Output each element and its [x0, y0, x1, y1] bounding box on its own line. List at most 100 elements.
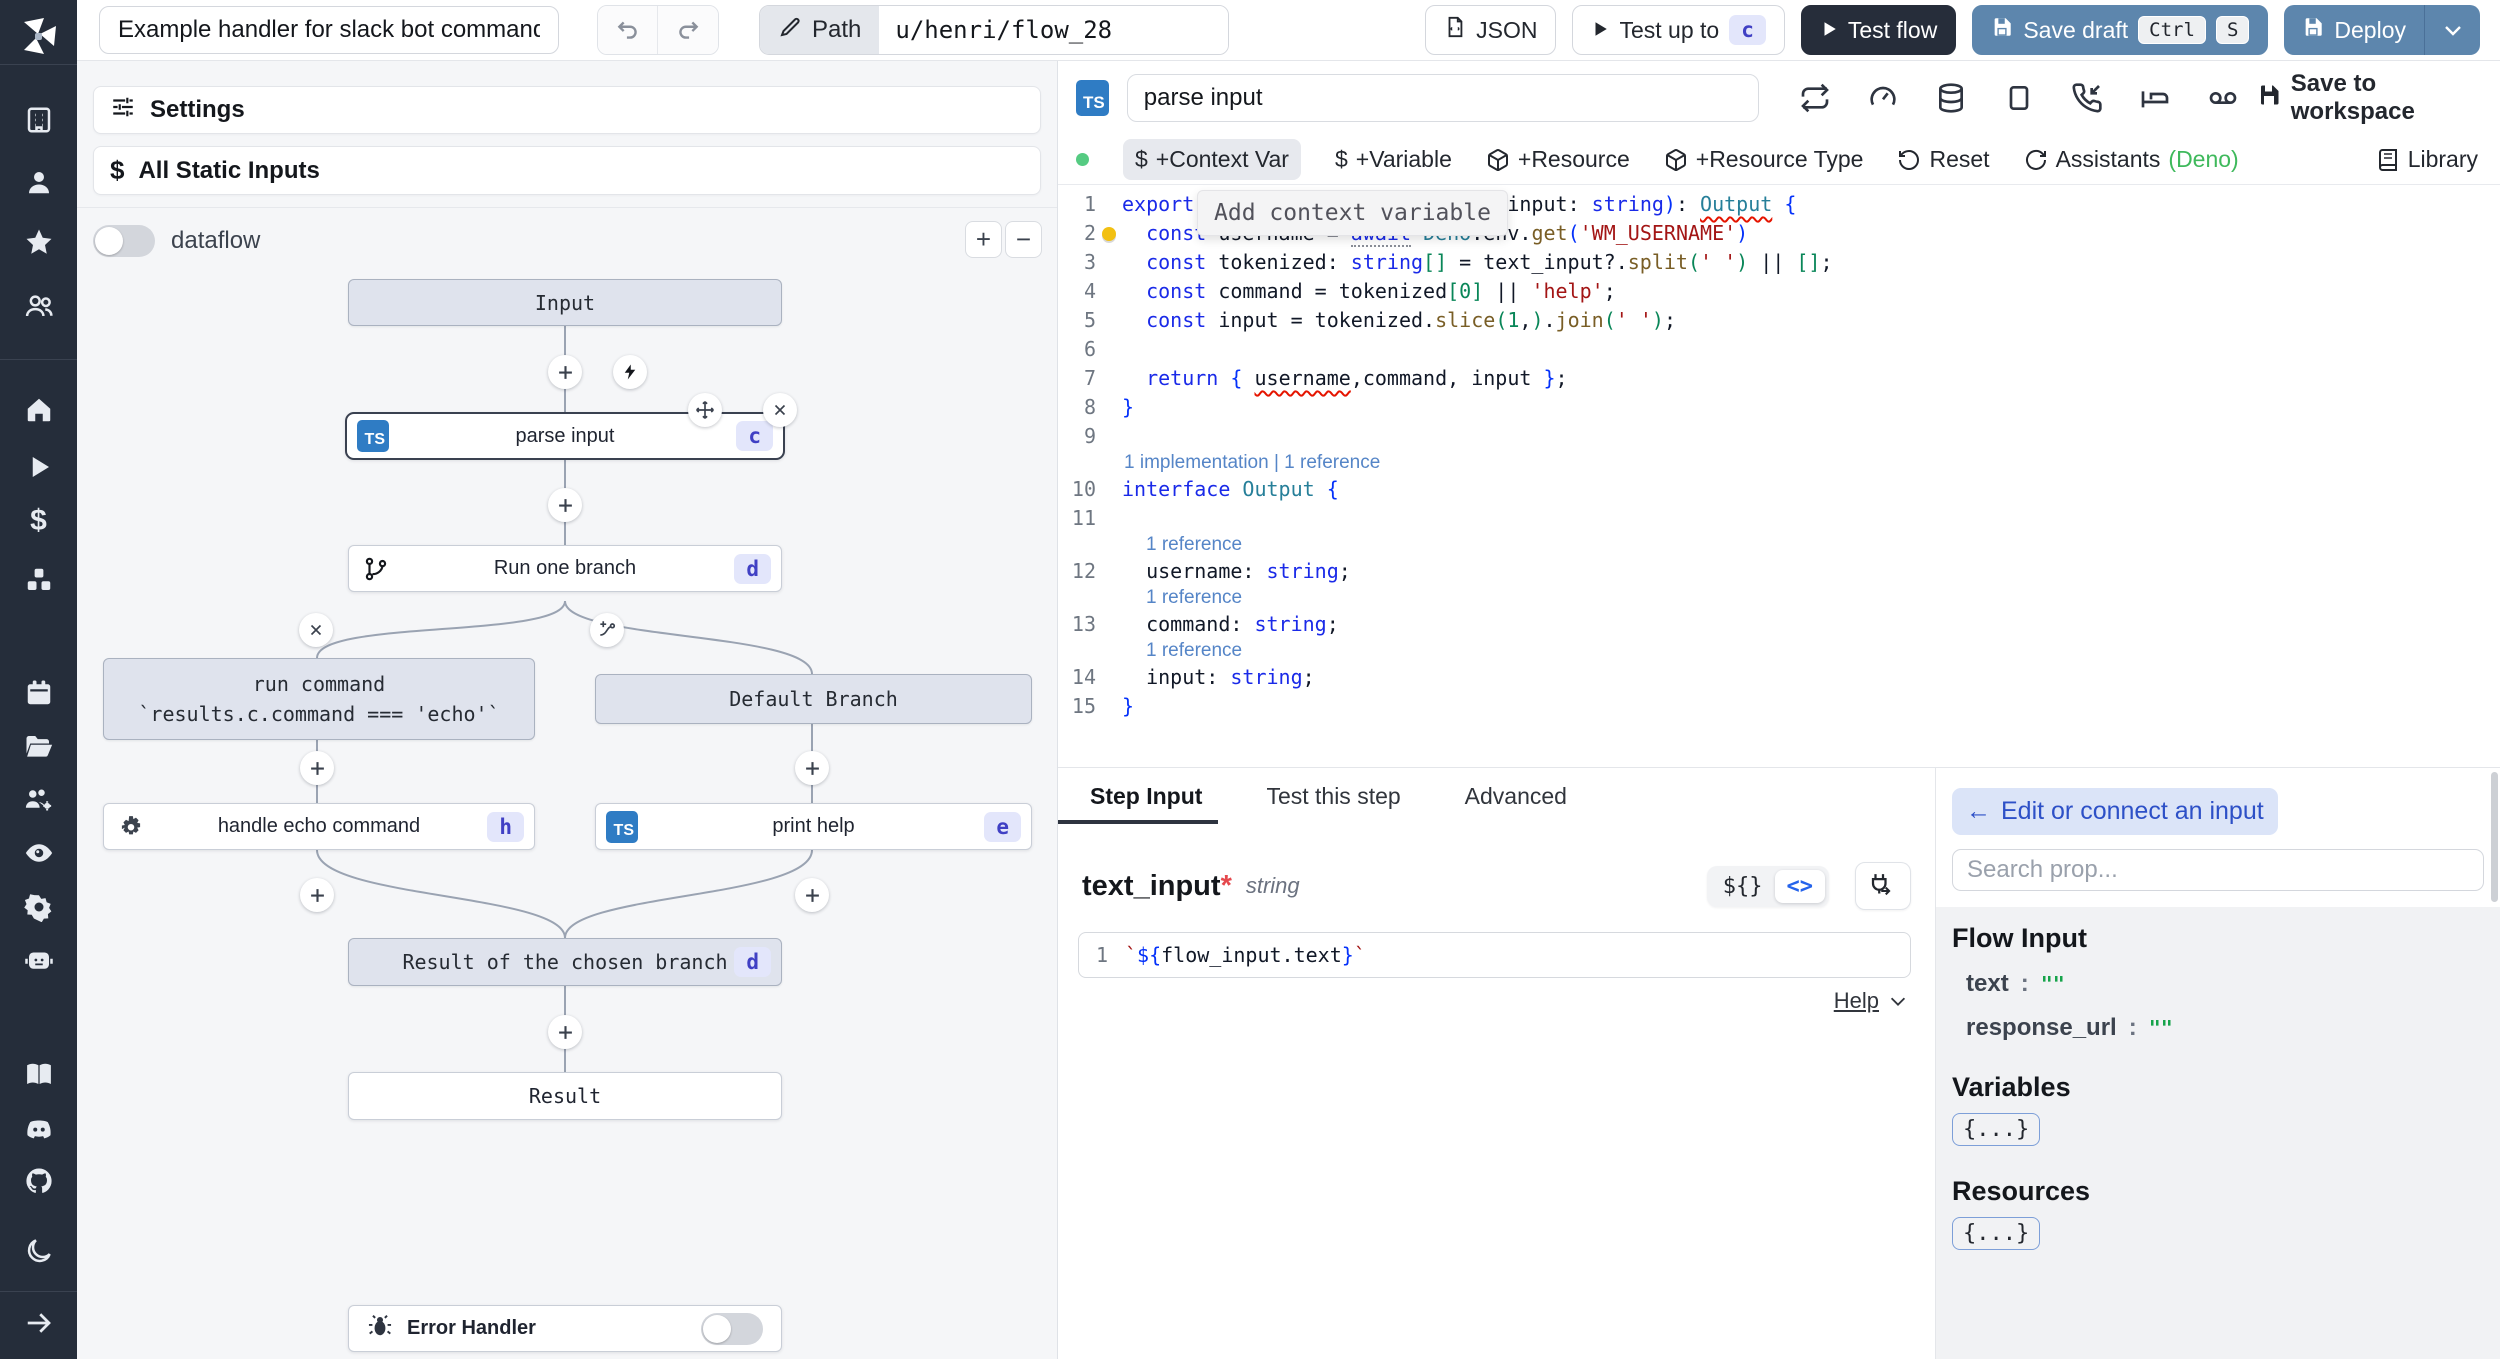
tab-advanced[interactable]: Advanced [1459, 768, 1573, 824]
flow-node-run-command-branch[interactable]: run command `results.c.command === 'echo… [103, 658, 535, 740]
deploy-dropdown-button[interactable] [2424, 5, 2480, 55]
insert-step-button[interactable] [795, 751, 829, 785]
insert-step-button[interactable] [300, 878, 334, 912]
user-icon[interactable] [22, 165, 56, 199]
insert-step-button[interactable] [548, 488, 582, 522]
resources-heading: Resources [1952, 1176, 2091, 1206]
error-handler-toggle[interactable] [701, 1312, 763, 1345]
remove-branch-button[interactable] [299, 613, 333, 647]
json-button[interactable]: JSON [1425, 5, 1557, 55]
variables-expand-chip[interactable]: {...} [1952, 1113, 2041, 1146]
test-flow-button[interactable]: Test flow [1800, 5, 1957, 55]
workspace-icon[interactable] [22, 103, 56, 137]
database-icon[interactable] [1935, 82, 1967, 114]
dataflow-toggle[interactable] [93, 225, 155, 257]
search-prop-input[interactable] [1952, 849, 2484, 891]
prop-row-response-url[interactable]: response_url : "" [1952, 1014, 2484, 1042]
flow-node-print-help[interactable]: TS print help e [595, 803, 1032, 850]
square-icon[interactable] [2003, 82, 2035, 114]
edit-or-connect-button[interactable]: ← Edit or connect an input [1952, 788, 2278, 835]
bed-icon[interactable] [2139, 82, 2171, 114]
step-id-badge: d [734, 553, 771, 584]
code-editor[interactable]: 1export async function main(text_input: … [1058, 185, 2500, 767]
trigger-bolt-button[interactable] [613, 355, 647, 389]
flow-settings-row[interactable]: Settings [93, 86, 1041, 134]
runs-play-icon[interactable] [22, 450, 56, 484]
move-node-button[interactable] [688, 393, 722, 427]
save-icon [1991, 16, 2013, 44]
deploy-button[interactable]: Deploy [2284, 5, 2424, 55]
tab-step-input[interactable]: Step Input [1057, 768, 1219, 824]
error-handler-row[interactable]: Error Handler [348, 1305, 782, 1352]
step-name-input[interactable] [1126, 74, 1759, 122]
connect-plug-button[interactable] [1855, 862, 1911, 910]
flow-node-input[interactable]: Input [348, 279, 782, 326]
insert-step-button[interactable] [548, 355, 582, 389]
home-icon[interactable] [22, 393, 56, 427]
code-mode-option[interactable]: <> [1774, 869, 1825, 903]
delete-node-button[interactable] [763, 393, 797, 427]
gauge-icon[interactable] [1867, 82, 1899, 114]
folders-icon[interactable] [22, 729, 56, 763]
add-resource-button[interactable]: +Resource [1486, 146, 1630, 173]
flow-node-branch-result[interactable]: Result of the chosen branch d [348, 938, 782, 986]
expr-mode-option[interactable]: ${} [1711, 870, 1775, 903]
resources-expand-chip[interactable]: {...} [1952, 1217, 2041, 1250]
undo-button[interactable] [598, 6, 658, 54]
path-chip[interactable]: Path u/henri/flow_28 [759, 5, 1229, 55]
insert-step-button[interactable] [548, 1015, 582, 1049]
voicemail-icon[interactable] [2207, 82, 2239, 114]
arrow-left-icon: ← [1966, 797, 1991, 825]
reset-button[interactable]: Reset [1897, 146, 1990, 173]
phone-incoming-icon[interactable] [2071, 82, 2103, 114]
redo-button[interactable] [658, 6, 718, 54]
scrollbar-thumb[interactable] [2491, 772, 2498, 902]
assistants-button[interactable]: Assistants (Deno) [2024, 146, 2239, 173]
zoom-out-button[interactable]: − [1005, 221, 1042, 258]
groups-icon[interactable] [22, 289, 56, 323]
add-branch-button[interactable] [590, 613, 624, 647]
variables-dollar-icon[interactable]: $ [22, 504, 56, 538]
dark-mode-moon-icon[interactable] [22, 1234, 56, 1268]
resources-cubes-icon[interactable] [22, 563, 56, 597]
expr-line-number: 1 [1095, 943, 1109, 967]
library-button[interactable]: Library [2376, 146, 2478, 173]
favorites-star-icon[interactable] [22, 225, 56, 259]
expand-arrow-icon[interactable] [22, 1306, 56, 1340]
language-status-dot [1076, 153, 1089, 166]
insert-step-button[interactable] [300, 751, 334, 785]
schedules-calendar-icon[interactable] [22, 676, 56, 710]
expression-editor[interactable]: 1 `${flow_input.text}` [1078, 932, 1911, 978]
help-link[interactable]: Help [1834, 988, 1879, 1014]
ai-robot-icon[interactable] [22, 943, 56, 977]
tab-test-this-step[interactable]: Test this step [1260, 768, 1406, 824]
flow-node-result[interactable]: Result [348, 1072, 782, 1120]
flow-title-input[interactable] [99, 6, 559, 54]
add-variable-button[interactable]: $ +Variable [1335, 146, 1452, 173]
flow-node-handle-echo-command[interactable]: handle echo command h [103, 803, 535, 850]
zoom-in-button[interactable]: + [965, 221, 1002, 258]
github-icon[interactable] [22, 1164, 56, 1198]
prop-row-text[interactable]: text : "" [1952, 970, 2484, 998]
audit-eye-icon[interactable] [22, 836, 56, 870]
all-static-inputs-row[interactable]: $ All Static Inputs [93, 146, 1041, 195]
windmill-logo-icon[interactable] [14, 12, 62, 60]
editor-toolbar: $ +Context Var $ +Variable +Resource +Reso… [1058, 135, 2500, 185]
settings-gear-icon[interactable] [22, 890, 56, 924]
flow-node-run-one-branch[interactable]: Run one branch d [348, 545, 782, 592]
flow-node-default-branch[interactable]: Default Branch [595, 674, 1032, 724]
test-up-to-button[interactable]: Test up to c [1572, 5, 1785, 55]
save-draft-button[interactable]: Save draft Ctrl S [1972, 5, 2269, 55]
docs-book-icon[interactable] [22, 1057, 56, 1091]
add-context-var-button[interactable]: $ +Context Var [1123, 139, 1301, 180]
discord-icon[interactable] [22, 1112, 56, 1146]
repeat-icon[interactable] [1799, 82, 1831, 114]
variables-heading: Variables [1952, 1072, 2071, 1102]
path-value[interactable]: u/henri/flow_28 [879, 6, 1228, 54]
save-to-workspace-button[interactable]: Save to workspace [2257, 70, 2478, 126]
insert-step-button[interactable] [795, 878, 829, 912]
chevron-down-icon[interactable] [1887, 990, 1909, 1012]
kbd-s: S [2215, 16, 2250, 44]
workers-users-gear-icon[interactable] [22, 782, 56, 816]
add-resource-type-button[interactable]: +Resource Type [1664, 146, 1863, 173]
